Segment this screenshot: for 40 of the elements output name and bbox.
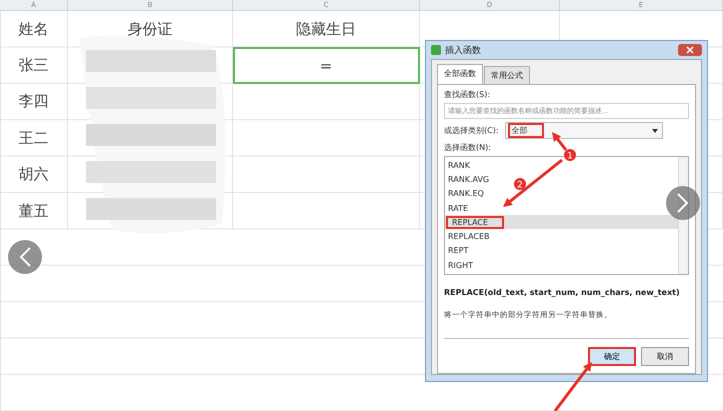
close-button[interactable] xyxy=(678,44,702,56)
field-label: 选择函数(N): xyxy=(444,142,492,153)
header-cell: 隐藏生日 xyxy=(296,20,356,39)
function-item[interactable]: RANK.AVG xyxy=(446,174,490,184)
chevron-left-icon xyxy=(19,247,31,267)
name-cell: 董五 xyxy=(18,202,48,221)
annotation-arrow xyxy=(552,132,568,151)
close-icon xyxy=(686,46,694,54)
chevron-right-icon xyxy=(677,193,689,213)
tab[interactable]: 全部函数 xyxy=(437,64,483,84)
function-item[interactable]: REPT xyxy=(446,246,468,256)
header-cell: 姓名 xyxy=(18,20,48,39)
app-icon xyxy=(431,45,441,55)
formula-text: = xyxy=(320,56,332,75)
active-cell[interactable]: = xyxy=(233,47,420,84)
annotation-arrow xyxy=(503,158,563,207)
ok-button[interactable]: 确定 xyxy=(588,347,636,366)
category-value: 全部 xyxy=(512,125,528,136)
function-item[interactable]: REPLACEB xyxy=(446,232,490,242)
name-cell: 李四 xyxy=(18,92,48,112)
name-cell: 张三 xyxy=(18,56,48,76)
function-item[interactable]: RANK.EQ xyxy=(446,189,484,198)
header-cell: 身份证 xyxy=(128,20,172,39)
function-item[interactable]: RIGHT xyxy=(446,260,474,270)
field-label: 或选择类别(C): xyxy=(444,125,499,136)
function-signature: REPLACE(old_text, start_num, num_chars, new_text) xyxy=(444,288,681,297)
dialog-title: 插入函数 xyxy=(445,44,482,56)
function-item[interactable]: RANK xyxy=(446,160,470,170)
function-item[interactable]: REPLACE xyxy=(450,218,488,227)
step-badge: 2 xyxy=(514,178,526,190)
tab[interactable]: 常用公式 xyxy=(484,66,530,84)
category-select[interactable]: 全部 xyxy=(504,122,663,139)
caret-icon xyxy=(652,128,658,132)
step-badge: 1 xyxy=(564,149,576,162)
name-cell: 王二 xyxy=(18,128,48,148)
name-cell: 胡六 xyxy=(18,165,48,184)
annotation-arrow xyxy=(554,362,592,411)
function-item[interactable]: RATE xyxy=(446,204,468,213)
field-label: 查找函数(S): xyxy=(444,89,492,100)
cancel-button[interactable]: 取消 xyxy=(641,347,689,366)
